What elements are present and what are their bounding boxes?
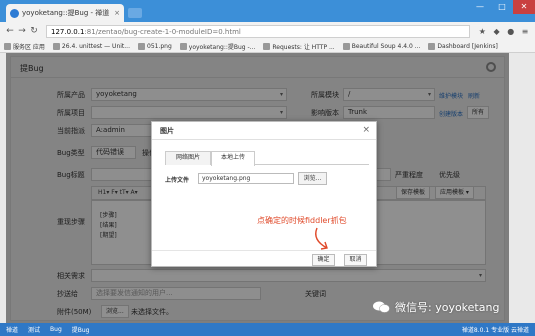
browse-button[interactable]: 浏览... <box>298 172 327 185</box>
bookmark-icon <box>179 42 187 50</box>
apps-icon <box>4 42 11 50</box>
breadcrumb-item[interactable]: 禅道 <box>6 325 18 334</box>
back-icon[interactable]: ← <box>4 26 16 36</box>
bookmark-icon <box>342 42 350 50</box>
image-upload-dialog: 图片 × 网络图片 本地上传 上传文件 yoyoketang.png 浏览...… <box>151 121 377 267</box>
breadcrumb-item: 提Bug <box>71 327 90 334</box>
breadcrumb-status-bar: 禅道 测试 Bug 提Bug 禅道8.0.1 专业版 云禅道 <box>0 323 535 336</box>
bookmark-item[interactable]: Requests: 让 HTTP ... <box>263 42 335 51</box>
bookmark-label: Beautiful Soup 4.4.0 ... <box>351 42 421 50</box>
browser-tab[interactable]: yoyoketang::提Bug - 禅道 × <box>6 4 124 22</box>
breadcrumb-item[interactable]: 测试 <box>28 325 40 334</box>
address-bar-icons: ★ ◆ ● ≡ <box>476 27 531 36</box>
close-window-button[interactable]: ✕ <box>513 0 535 14</box>
version-info: 禅道8.0.1 专业版 云禅道 <box>461 327 529 334</box>
cancel-button[interactable]: 取消 <box>344 254 367 266</box>
minimize-button[interactable]: — <box>469 0 491 14</box>
bookmark-item[interactable]: Beautiful Soup 4.4.0 ... <box>342 42 421 50</box>
annotation-arrow-icon <box>315 227 328 250</box>
url-path: :81/zentao/bug-create-1-0-moduleID=0.htm… <box>84 27 241 36</box>
wechat-logo-icon <box>373 301 390 313</box>
extension-icon[interactable]: ◆ <box>491 27 503 36</box>
address-bar-row: ← → ↻ 127.0.0.1:81/zentao/bug-create-1-0… <box>0 22 535 40</box>
bookmark-icon <box>52 42 60 50</box>
bookmark-label: Dashboard [Jenkins] <box>437 42 498 50</box>
ok-button[interactable]: 确定 <box>312 254 335 266</box>
bookmark-item[interactable]: 26.4. unittest — Unit... <box>52 42 130 50</box>
bookmark-icon <box>263 42 271 50</box>
upload-file-label: 上传文件 <box>165 177 190 184</box>
window-controls: — □ ✕ <box>469 0 535 14</box>
bookmark-item[interactable]: yoyoketang::提Bug -... <box>179 42 256 51</box>
tab-local-upload[interactable]: 本地上传 <box>211 151 255 166</box>
divider <box>152 250 376 251</box>
annotation-text: 点确定的时候fiddler抓包 <box>257 216 347 225</box>
bookmarks-bar: 服务区 应用 26.4. unittest — Unit... 051.png … <box>0 40 535 53</box>
star-icon[interactable]: ★ <box>476 27 488 36</box>
bookmark-item[interactable]: Dashboard [Jenkins] <box>428 42 498 50</box>
menu-icon[interactable]: ≡ <box>519 27 531 36</box>
bookmark-label: 服务区 应用 <box>13 43 45 51</box>
watermark-text: 微信号: yoyoketang <box>395 301 500 314</box>
forward-icon[interactable]: → <box>16 26 28 36</box>
bookmark-item[interactable]: 服务区 应用 <box>4 42 45 51</box>
bookmark-item[interactable]: 051.png <box>138 42 172 50</box>
reload-icon[interactable]: ↻ <box>28 26 40 36</box>
new-tab-button[interactable] <box>128 8 142 18</box>
upload-tabs: 网络图片 本地上传 <box>165 151 369 166</box>
tab-network-image[interactable]: 网络图片 <box>165 151 211 165</box>
extension-icon-2[interactable]: ● <box>505 27 517 36</box>
zentao-favicon-icon <box>10 8 19 18</box>
breadcrumb-item[interactable]: Bug <box>50 326 62 333</box>
file-path-input[interactable]: yoyoketang.png <box>198 173 294 184</box>
close-icon[interactable]: × <box>362 125 370 135</box>
divider <box>152 139 376 140</box>
bookmark-label: yoyoketang::提Bug -... <box>188 43 256 51</box>
bookmark-label: 051.png <box>147 42 172 50</box>
url-host: 127.0.0.1 <box>51 27 85 36</box>
browser-tab-bar: yoyoketang::提Bug - 禅道 × — □ ✕ <box>0 0 535 22</box>
bookmark-icon <box>138 42 145 50</box>
bookmark-label: Requests: 让 HTTP ... <box>272 43 335 51</box>
dialog-title: 图片 <box>160 127 174 135</box>
tab-close-icon[interactable]: × <box>114 9 120 17</box>
url-input[interactable]: 127.0.0.1:81/zentao/bug-create-1-0-modul… <box>46 24 471 38</box>
maximize-button[interactable]: □ <box>491 0 513 14</box>
browser-tab-title: yoyoketang::提Bug - 禅道 <box>22 9 110 17</box>
bookmark-label: 26.4. unittest — Unit... <box>61 42 130 50</box>
wechat-watermark: 微信号: yoyoketang <box>373 299 499 315</box>
bookmark-icon <box>428 42 436 50</box>
